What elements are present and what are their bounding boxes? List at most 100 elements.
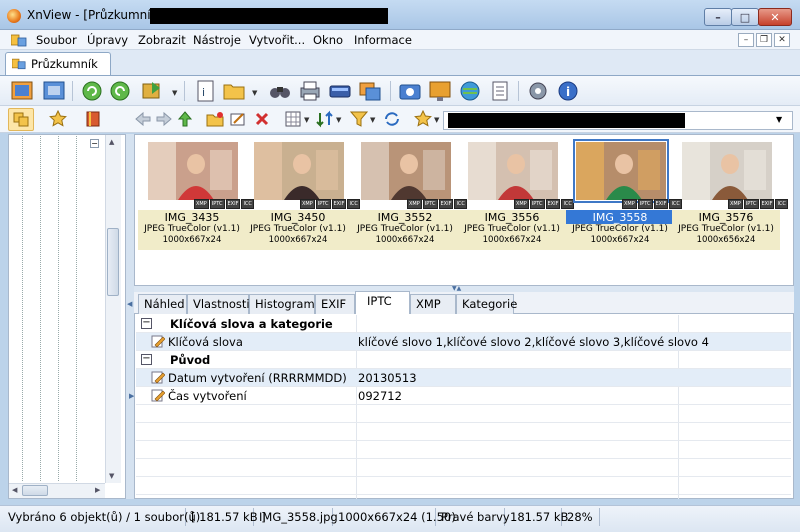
- badge-label: ICC: [561, 199, 574, 209]
- badge-label: EXIF: [331, 199, 347, 209]
- categories-book-icon[interactable]: [84, 110, 102, 128]
- gear-icon[interactable]: [526, 79, 550, 103]
- tab-explorer[interactable]: Průzkumník: [5, 52, 111, 75]
- tab-xmp[interactable]: XMP: [410, 294, 456, 314]
- grid-row-time[interactable]: Čas vytvoření 092712: [136, 387, 791, 405]
- section-keywords-title: Klíčová slova a kategorie: [170, 317, 333, 331]
- grid-row-date[interactable]: Datum vytvoření (RRRRMMDD) 20130513: [136, 369, 791, 387]
- badge-label: XMP: [728, 199, 743, 209]
- sort-icon[interactable]: [316, 110, 334, 128]
- convert-icon[interactable]: [140, 79, 164, 103]
- refresh-icon[interactable]: [383, 110, 401, 128]
- menu-window[interactable]: Okno: [313, 33, 343, 47]
- close-button[interactable]: ✕: [758, 8, 792, 26]
- rotate-right-icon[interactable]: [108, 79, 132, 103]
- delete-icon[interactable]: [253, 110, 271, 128]
- metadata-badges: XMP IPTC EXIF ICC: [407, 199, 467, 209]
- favorite-dropdown-icon[interactable]: ▼: [434, 116, 439, 124]
- print-icon[interactable]: [298, 79, 322, 103]
- collapse-left-icon[interactable]: ◀: [127, 300, 132, 308]
- close-icon: ✕: [770, 10, 780, 24]
- fit-screen-icon[interactable]: [42, 79, 66, 103]
- tab-properties[interactable]: Vlastnosti: [187, 294, 250, 314]
- keywords-value[interactable]: klíčové slovo 1,klíčové slovo 2,klíčové …: [358, 335, 709, 349]
- fullscreen-icon[interactable]: [10, 79, 34, 103]
- mdi-restore-button[interactable]: ❐: [756, 33, 772, 47]
- open-dropdown-icon[interactable]: ▼: [252, 89, 257, 97]
- splitter-grip-icon[interactable]: ▼▲: [452, 285, 461, 292]
- time-created-value[interactable]: 092712: [358, 389, 402, 403]
- menu-info[interactable]: Informace: [354, 33, 412, 47]
- properties-icon[interactable]: i: [194, 79, 218, 103]
- scanner-icon[interactable]: [328, 79, 352, 103]
- grid-section-row[interactable]: − Původ: [136, 351, 791, 369]
- grid-row-keywords[interactable]: Klíčová slova klíčové slovo 1,klíčové sl…: [136, 333, 791, 351]
- tab-categories[interactable]: Kategorie: [456, 294, 517, 314]
- tab-preview[interactable]: Náhled: [138, 294, 187, 314]
- path-dropdown-icon[interactable]: ▼: [776, 115, 782, 124]
- section-collapse-icon[interactable]: −: [141, 318, 152, 329]
- tree-vertical-scrollbar[interactable]: [105, 135, 121, 483]
- add-favorite-icon[interactable]: [414, 110, 432, 128]
- thumbnail-image: [148, 142, 238, 200]
- tab-exif[interactable]: EXIF: [315, 294, 355, 314]
- menu-tools[interactable]: Nástroje: [193, 33, 241, 47]
- thumbnail-item[interactable]: XMP IPTC EXIF ICC IMG_3558 JPEG TrueColor (v1…: [566, 139, 682, 250]
- thumbnail-item[interactable]: XMP IPTC EXIF ICC IMG_3556 JPEG TrueColor (v1…: [458, 140, 574, 250]
- back-arrow-icon[interactable]: [134, 110, 152, 128]
- batch-icon[interactable]: [488, 79, 512, 103]
- rotate-left-icon[interactable]: [80, 79, 104, 103]
- scroll-up-icon[interactable]: ▲: [109, 138, 114, 146]
- metadata-badges: XMP IPTC EXIF ICC: [300, 199, 360, 209]
- up-folder-icon[interactable]: [176, 110, 194, 128]
- tab-iptc[interactable]: IPTC: [355, 291, 410, 315]
- open-folder-icon[interactable]: [222, 79, 246, 103]
- mdi-minimize-button[interactable]: –: [738, 33, 754, 47]
- web-icon[interactable]: [458, 79, 482, 103]
- mdi-close-button[interactable]: ✕: [774, 33, 790, 47]
- rename-icon[interactable]: [229, 110, 247, 128]
- wallpaper-icon[interactable]: [428, 79, 452, 103]
- thumbnail-item[interactable]: XMP IPTC EXIF ICC IMG_3450 JPEG TrueColor (v1…: [244, 140, 360, 250]
- status-dimensions: 1000x667x24 (1.50): [333, 508, 456, 526]
- filter-dropdown-icon[interactable]: ▼: [370, 116, 375, 124]
- view-mode-dropdown-icon[interactable]: ▼: [304, 116, 309, 124]
- binoculars-icon[interactable]: [268, 79, 292, 103]
- grid-section-row[interactable]: − Klíčová slova a kategorie: [136, 315, 791, 333]
- slideshow-icon[interactable]: [358, 79, 382, 103]
- menu-edit[interactable]: Úpravy: [87, 33, 128, 47]
- forward-arrow-icon[interactable]: [155, 110, 173, 128]
- section-collapse-icon[interactable]: −: [141, 354, 152, 365]
- menu-create[interactable]: Vytvořit...: [249, 33, 305, 47]
- date-created-value[interactable]: 20130513: [358, 371, 417, 385]
- favorites-star-icon[interactable]: [49, 110, 67, 128]
- tab-histogram[interactable]: Histogram: [249, 294, 315, 314]
- scroll-left-icon[interactable]: ◀: [12, 486, 17, 494]
- maximize-button[interactable]: □: [731, 8, 759, 26]
- folders-tab[interactable]: [8, 108, 34, 131]
- menu-file[interactable]: Soubor: [36, 33, 77, 47]
- tree-vertical-scroll-thumb[interactable]: [107, 228, 119, 296]
- thumbnail-caption: IMG_3556 JPEG TrueColor (v1.1) 1000x667x24: [458, 210, 566, 250]
- filter-icon[interactable]: [350, 110, 368, 128]
- thumbnail-dimensions: 1000x667x24: [482, 235, 542, 245]
- scroll-down-icon[interactable]: ▼: [109, 472, 114, 480]
- panel-splitter[interactable]: [126, 134, 134, 499]
- minimize-icon: –: [715, 10, 721, 24]
- sort-dropdown-icon[interactable]: ▼: [336, 116, 341, 124]
- thumbnail-item[interactable]: XMP IPTC EXIF ICC IMG_3576 JPEG TrueColor (v1…: [672, 140, 788, 250]
- new-folder-icon[interactable]: [206, 110, 224, 128]
- view-mode-icon[interactable]: [284, 110, 302, 128]
- menu-view[interactable]: Zobrazit: [138, 33, 186, 47]
- thumbnail-item[interactable]: XMP IPTC EXIF ICC IMG_3552 JPEG TrueColor (v1…: [351, 140, 467, 250]
- tree-horizontal-scroll-thumb[interactable]: [22, 485, 48, 496]
- info-icon[interactable]: i: [556, 79, 580, 103]
- metadata-badges: XMP IPTC EXIF ICC: [622, 199, 682, 209]
- tree-collapse-icon[interactable]: −: [90, 139, 99, 148]
- minimize-button[interactable]: –: [704, 8, 732, 26]
- convert-dropdown-icon[interactable]: ▼: [172, 89, 177, 97]
- status-total-size: [ 181.57 kB ]: [186, 508, 266, 526]
- capture-icon[interactable]: [398, 79, 422, 103]
- scroll-right-icon[interactable]: ▶: [95, 486, 100, 494]
- thumbnail-item[interactable]: XMP IPTC EXIF ICC IMG_3435 JPEG TrueColor (v1…: [138, 140, 254, 250]
